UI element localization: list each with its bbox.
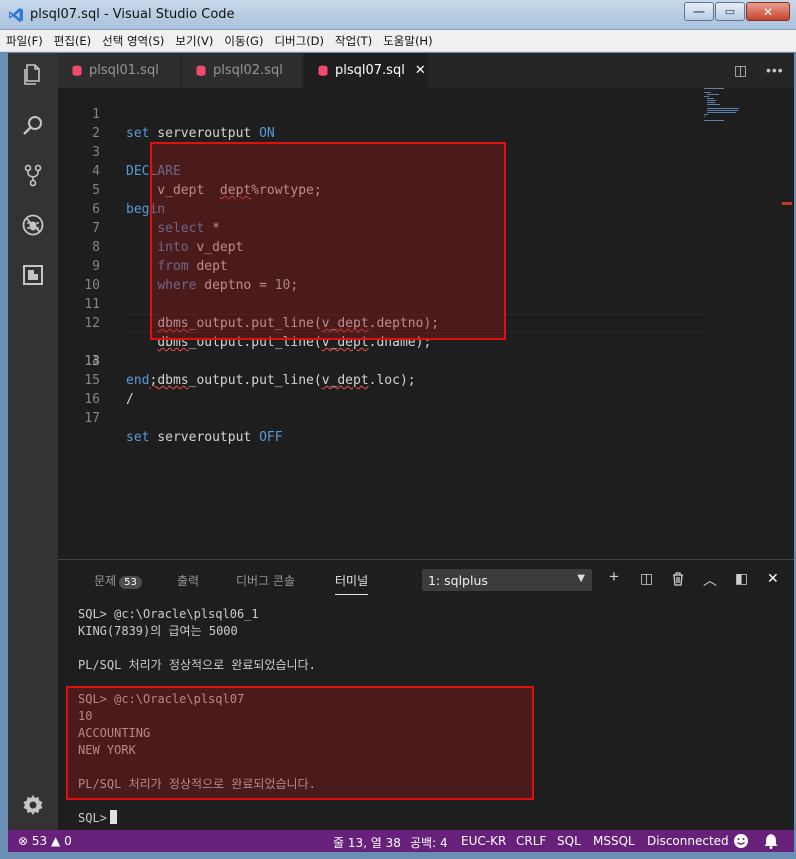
more-actions-icon[interactable]: •••: [766, 62, 784, 78]
split-editor-icon[interactable]: ◫: [734, 62, 747, 79]
code-editor[interactable]: 1 set serveroutput ON 2 3 DECLARE 4 v_de…: [58, 88, 794, 559]
database-icon: [196, 65, 206, 76]
terminal-line: KING(7839)의 급여는 5000: [78, 624, 238, 638]
feedback-smiley-icon[interactable]: [733, 833, 749, 849]
terminal-line: SQL> @c:\Oracle\plsql06_1: [78, 607, 259, 621]
activity-bar: [8, 53, 58, 830]
menu-go[interactable]: 이동(G): [224, 33, 263, 49]
terminal-line: PL/SQL 처리가 정상적으로 완료되었습니다.: [78, 658, 316, 672]
database-icon: [72, 65, 82, 76]
terminal-prompt: SQL>: [78, 811, 107, 825]
extensions-icon[interactable]: [21, 263, 45, 287]
line-number: 17: [84, 411, 100, 426]
close-panel-icon[interactable]: ✕: [767, 570, 779, 587]
debug-icon[interactable]: [21, 213, 45, 237]
terminal-cursor: [109, 810, 117, 824]
code-line-16: 16: [58, 371, 794, 407]
toggle-panel-layout-icon[interactable]: ◧: [735, 570, 748, 587]
cursor-position[interactable]: 줄 13, 열 38: [333, 834, 401, 851]
indentation-status[interactable]: 공백: 4: [410, 834, 448, 851]
problems-status[interactable]: ⊗ 53 ▲ 0: [18, 834, 72, 848]
close-window-button[interactable]: ✕: [746, 2, 790, 21]
maximize-icon: ▭: [724, 6, 736, 18]
error-icon: ⊗: [18, 834, 29, 848]
eol-status[interactable]: CRLF: [516, 834, 546, 848]
split-terminal-icon[interactable]: ◫: [640, 570, 653, 587]
scrollbar-error-marker: [782, 202, 792, 205]
search-icon[interactable]: [21, 113, 45, 137]
tab-label: plsql01.sql: [89, 63, 159, 78]
tab-close-icon[interactable]: ✕: [415, 63, 426, 78]
explorer-icon[interactable]: [21, 63, 45, 87]
connection-status[interactable]: Disconnected: [647, 834, 729, 848]
minimap[interactable]: [704, 88, 780, 559]
window-title: plsql07.sql - Visual Studio Code: [30, 7, 235, 22]
problems-label: 문제: [94, 574, 117, 588]
terminal-annotation-box: [66, 686, 534, 800]
code-line-2: 2: [58, 105, 794, 141]
warning-count: 0: [64, 834, 72, 848]
language-mode[interactable]: SQL: [557, 834, 581, 848]
close-icon: ✕: [762, 4, 774, 19]
error-count: 53: [31, 834, 48, 848]
problems-count-badge: 53: [119, 576, 142, 589]
code-line-15: 15 /: [58, 352, 794, 407]
title-bar: plsql07.sql - Visual Studio Code — ▭ ✕: [0, 0, 796, 30]
maximize-button[interactable]: ▭: [715, 2, 745, 21]
menu-tasks[interactable]: 작업(T): [335, 33, 372, 49]
status-bar: ⊗ 53 ▲ 0 줄 13, 열 38 공백: 4 EUC-KR CRLF SQ…: [8, 830, 794, 852]
tab-debug-console[interactable]: 디버그 콘솔: [236, 572, 295, 589]
menu-edit[interactable]: 편집(E): [54, 33, 91, 49]
vscode-logo-icon: [9, 8, 23, 22]
database-icon: [318, 65, 328, 76]
minimize-icon: —: [693, 5, 705, 18]
source-control-icon[interactable]: [21, 163, 45, 187]
warning-icon: ▲: [51, 834, 61, 848]
menu-selection[interactable]: 선택 영역(S): [102, 33, 164, 49]
minimize-button[interactable]: —: [684, 2, 714, 21]
maximize-panel-icon[interactable]: ︿: [703, 570, 717, 590]
tab-problems[interactable]: 문제 53: [94, 572, 142, 589]
code-annotation-box: [150, 142, 506, 340]
notifications-bell-icon[interactable]: [764, 833, 778, 849]
tab-plsql02[interactable]: plsql02.sql: [182, 53, 302, 88]
editor-tabs: plsql01.sql plsql02.sql plsql07.sql ✕ ◫ …: [58, 53, 794, 88]
terminal-select[interactable]: 1: sqlplus ▼: [422, 569, 592, 591]
terminal-select-value: 1: sqlplus: [428, 573, 488, 588]
tab-plsql07[interactable]: plsql07.sql ✕: [304, 53, 428, 88]
code-line-17: 17 set serveroutput OFF: [58, 390, 794, 445]
tab-plsql01[interactable]: plsql01.sql: [58, 53, 180, 88]
tab-output[interactable]: 출력: [177, 572, 199, 589]
bottom-panel: 문제 53 출력 디버그 콘솔 터미널 1: sqlplus ▼ + ◫ ︿ ◧ …: [58, 559, 794, 830]
encoding-status[interactable]: EUC-KR: [461, 834, 506, 848]
menu-bar: 파일(F) 편집(E) 선택 영역(S) 보기(V) 이동(G) 디버그(D) …: [0, 30, 796, 52]
connection-type[interactable]: MSSQL: [593, 834, 635, 848]
line-text: set serveroutput OFF: [126, 430, 283, 445]
menu-debug[interactable]: 디버그(D): [274, 33, 324, 49]
trash-icon[interactable]: [672, 572, 684, 586]
chevron-down-icon: ▼: [577, 573, 585, 584]
menu-help[interactable]: 도움말(H): [383, 33, 432, 49]
terminal-prompt-line: SQL>: [78, 810, 117, 827]
new-terminal-icon[interactable]: +: [609, 567, 619, 587]
code-line-1: 1 set serveroutput ON: [58, 88, 794, 141]
code-line-3: 3 DECLARE: [58, 124, 794, 179]
menu-view[interactable]: 보기(V): [175, 33, 213, 49]
tab-terminal[interactable]: 터미널: [335, 572, 369, 595]
menu-file[interactable]: 파일(F): [6, 33, 43, 49]
vscode-app: plsql01.sql plsql02.sql plsql07.sql ✕ ◫ …: [8, 53, 794, 852]
settings-gear-icon[interactable]: [21, 793, 45, 817]
tab-label: plsql02.sql: [213, 63, 283, 78]
tab-label: plsql07.sql: [335, 63, 405, 78]
